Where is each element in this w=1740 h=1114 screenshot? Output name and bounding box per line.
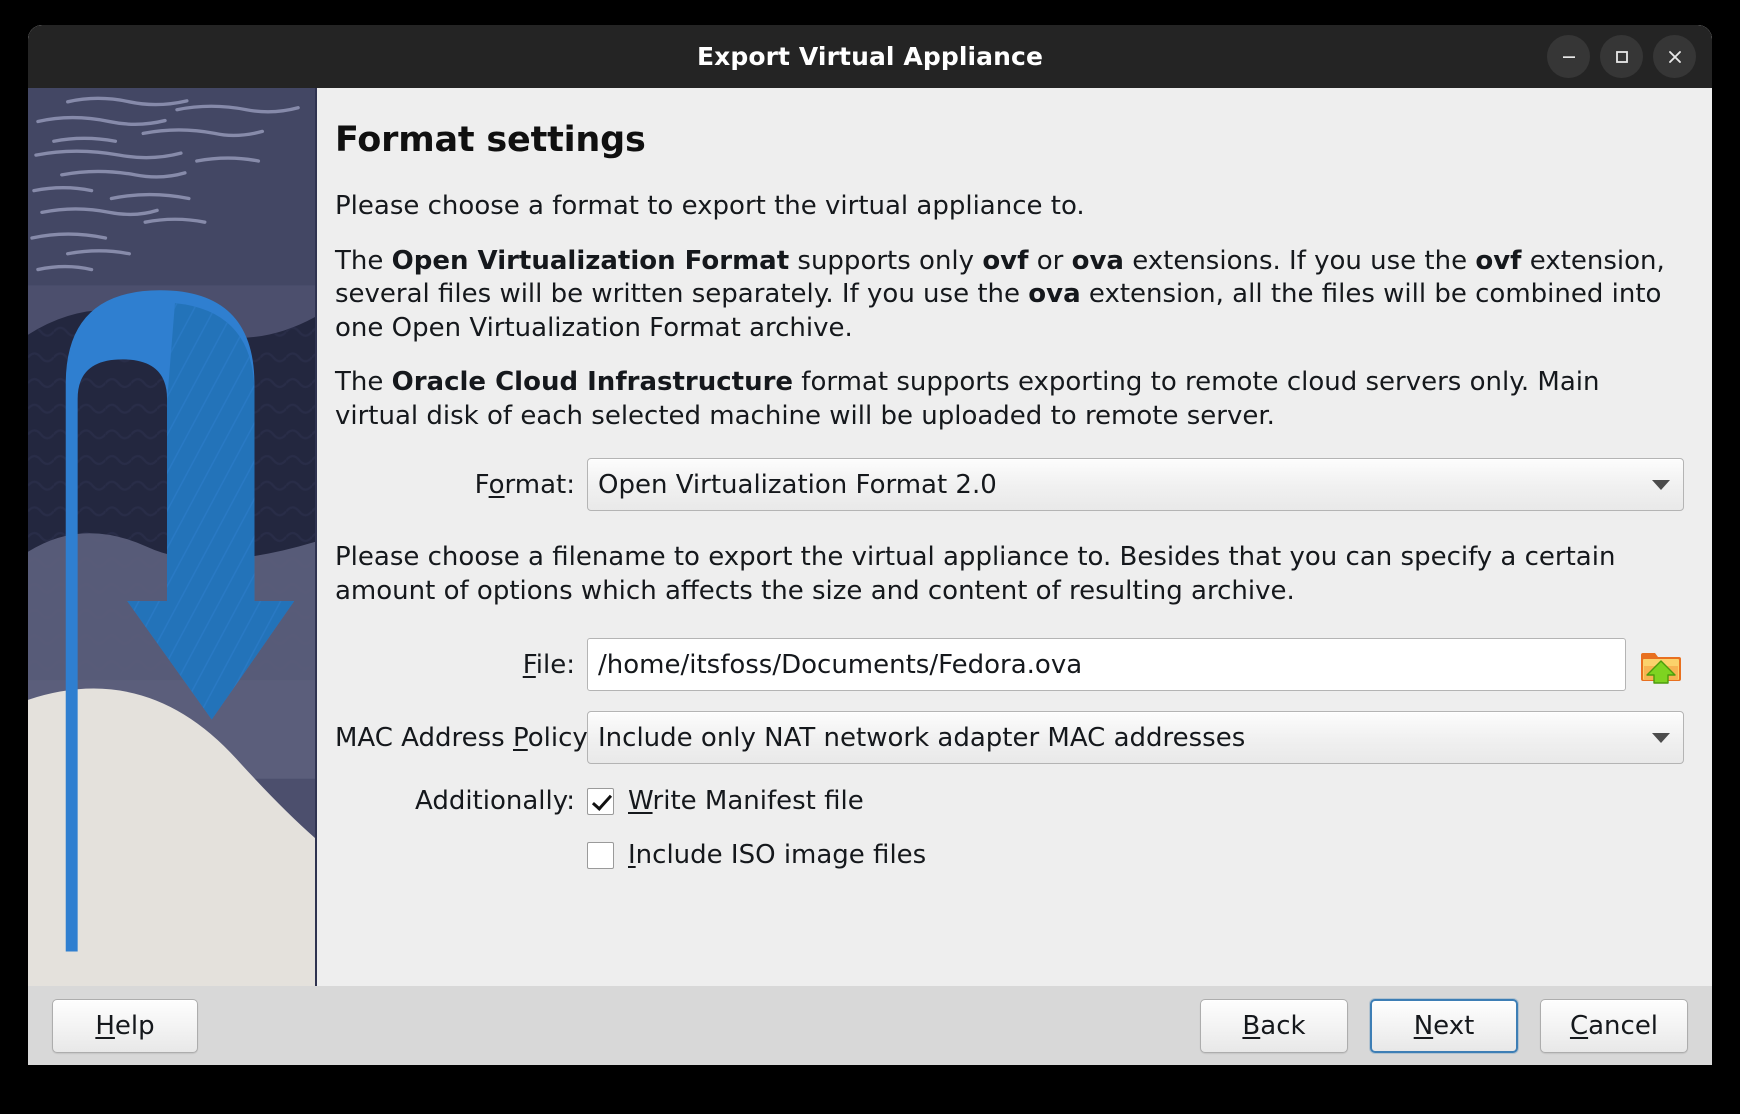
include-iso-checkbox-row[interactable]: Include ISO image files bbox=[587, 840, 926, 870]
next-button[interactable]: Next bbox=[1370, 999, 1518, 1053]
help-accel: H bbox=[95, 1011, 115, 1041]
maximize-button[interactable] bbox=[1600, 35, 1643, 78]
filename-paragraph: Please choose a filename to export the v… bbox=[335, 541, 1684, 608]
minimize-icon bbox=[1559, 47, 1579, 67]
browse-folder-button[interactable] bbox=[1638, 642, 1684, 688]
window-controls bbox=[1547, 25, 1696, 88]
filename-text: Please choose a filename to export the v… bbox=[335, 542, 1615, 606]
ovf-text-1: The bbox=[335, 246, 392, 276]
ovf-text-2: supports only bbox=[789, 246, 982, 276]
ovf-bold-5: ova bbox=[1028, 279, 1080, 309]
format-select[interactable]: Open Virtualization Format 2.0 bbox=[587, 458, 1684, 511]
minimize-button[interactable] bbox=[1547, 35, 1590, 78]
write-manifest-rest: rite Manifest file bbox=[653, 786, 864, 816]
include-iso-checkbox[interactable] bbox=[587, 842, 614, 869]
write-manifest-accel: W bbox=[628, 786, 653, 816]
oci-bold-1: Oracle Cloud Infrastructure bbox=[392, 367, 793, 397]
file-label: File: bbox=[335, 650, 587, 680]
intro-paragraph: Please choose a format to export the vir… bbox=[335, 190, 1684, 224]
back-button[interactable]: Back bbox=[1200, 999, 1348, 1053]
include-iso-rest: nclude ISO image files bbox=[636, 840, 927, 870]
format-row: Format: Open Virtualization Format 2.0 bbox=[335, 458, 1684, 511]
ovf-bold-2: ovf bbox=[982, 246, 1028, 276]
dialog-body: Format settings Please choose a format t… bbox=[28, 88, 1712, 986]
file-row: File: /home/itsfoss/Documents/Fedora.ova bbox=[335, 638, 1684, 691]
mac-policy-label: MAC Address Policy: bbox=[335, 723, 587, 753]
ovf-paragraph: The Open Virtualization Format supports … bbox=[335, 245, 1684, 346]
file-path-input[interactable]: /home/itsfoss/Documents/Fedora.ova bbox=[587, 638, 1626, 691]
mac-policy-label-post: olicy: bbox=[528, 723, 595, 753]
curved-arrow-illustration bbox=[28, 88, 315, 986]
ovf-bold-4: ovf bbox=[1475, 246, 1521, 276]
next-accel: N bbox=[1414, 1011, 1433, 1041]
format-label: Format: bbox=[335, 470, 587, 500]
format-label-pre: F bbox=[475, 470, 489, 500]
file-label-post: ile: bbox=[536, 650, 575, 680]
chevron-down-icon bbox=[1652, 480, 1670, 490]
mac-policy-label-accel: P bbox=[513, 723, 528, 753]
window-title: Export Virtual Appliance bbox=[697, 42, 1043, 71]
file-path-value: /home/itsfoss/Documents/Fedora.ova bbox=[598, 650, 1082, 680]
help-button[interactable]: Help bbox=[52, 999, 198, 1053]
write-manifest-checkbox[interactable] bbox=[587, 788, 614, 815]
mac-policy-select[interactable]: Include only NAT network adapter MAC add… bbox=[587, 711, 1684, 764]
maximize-icon bbox=[1612, 47, 1632, 67]
title-bar[interactable]: Export Virtual Appliance bbox=[28, 25, 1712, 88]
oci-text-1: The bbox=[335, 367, 392, 397]
file-label-accel: F bbox=[523, 650, 536, 680]
cancel-rest: ancel bbox=[1588, 1011, 1658, 1041]
additionally-spacer bbox=[335, 840, 587, 870]
ovf-bold-3: ova bbox=[1072, 246, 1124, 276]
mac-policy-row: MAC Address Policy: Include only NAT net… bbox=[335, 711, 1684, 764]
chevron-down-icon bbox=[1652, 733, 1670, 743]
page-title: Format settings bbox=[335, 120, 1684, 160]
format-select-value: Open Virtualization Format 2.0 bbox=[598, 470, 997, 500]
close-icon bbox=[1665, 47, 1685, 67]
ovf-bold-1: Open Virtualization Format bbox=[392, 246, 790, 276]
mac-policy-label-pre: MAC Address bbox=[335, 723, 513, 753]
content-panel: Format settings Please choose a format t… bbox=[317, 88, 1712, 986]
ovf-text-4: extensions. If you use the bbox=[1124, 246, 1475, 276]
cancel-button[interactable]: Cancel bbox=[1540, 999, 1688, 1053]
include-iso-label[interactable]: Include ISO image files bbox=[628, 840, 926, 870]
ovf-text-3: or bbox=[1028, 246, 1071, 276]
additionally-row-1: Additionally: Write Manifest file bbox=[335, 786, 1684, 816]
include-iso-accel: I bbox=[628, 840, 636, 870]
cancel-accel: C bbox=[1570, 1011, 1588, 1041]
back-rest: ack bbox=[1260, 1011, 1305, 1041]
intro-text: Please choose a format to export the vir… bbox=[335, 191, 1085, 221]
next-rest: ext bbox=[1433, 1011, 1474, 1041]
format-label-accel: o bbox=[489, 470, 505, 500]
write-manifest-label[interactable]: Write Manifest file bbox=[628, 786, 864, 816]
dialog-button-bar: Help Back Next Cancel bbox=[28, 986, 1712, 1065]
format-label-post: rmat: bbox=[505, 470, 575, 500]
mac-policy-select-value: Include only NAT network adapter MAC add… bbox=[598, 723, 1245, 753]
oci-paragraph: The Oracle Cloud Infrastructure format s… bbox=[335, 366, 1684, 433]
additionally-row-2: Include ISO image files bbox=[335, 840, 1684, 870]
export-virtual-appliance-window: Export Virtual Appliance bbox=[28, 25, 1712, 1065]
close-button[interactable] bbox=[1653, 35, 1696, 78]
back-accel: B bbox=[1242, 1011, 1260, 1041]
wizard-illustration bbox=[28, 88, 317, 986]
help-rest: elp bbox=[115, 1011, 155, 1041]
folder-open-icon bbox=[1640, 645, 1682, 685]
write-manifest-checkbox-row[interactable]: Write Manifest file bbox=[587, 786, 864, 816]
additionally-label: Additionally: bbox=[335, 786, 587, 816]
